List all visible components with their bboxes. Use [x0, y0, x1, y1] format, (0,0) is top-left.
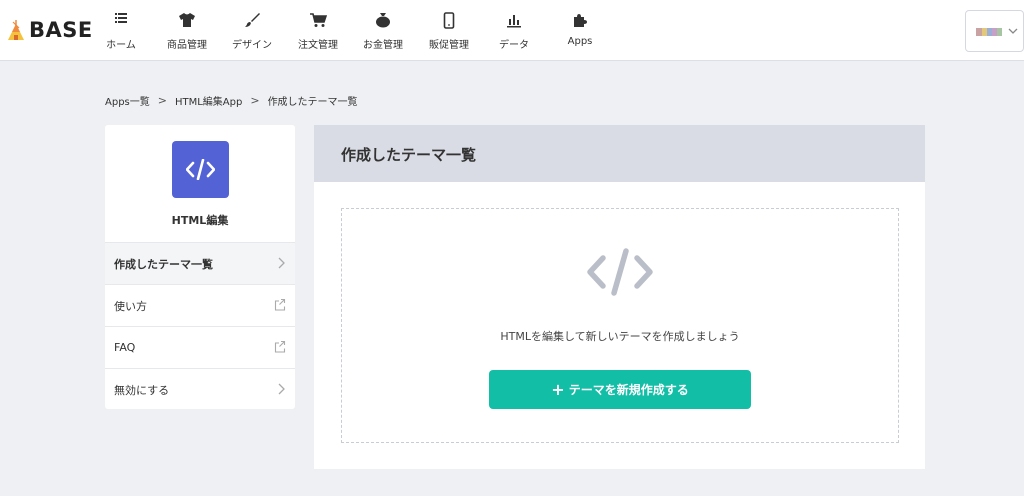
shop-thumbnail-icon — [976, 28, 1002, 36]
sidebar-item-label: FAQ — [114, 341, 136, 354]
chevron-right-icon — [278, 383, 285, 395]
chevron-right-icon — [278, 257, 285, 269]
empty-state: HTMLを編集して新しいテーマを作成しましょう + テーマを新規作成する — [341, 208, 899, 443]
nav-apps[interactable]: Apps — [550, 12, 610, 47]
nav-design-label: デザイン — [232, 40, 272, 51]
bar-chart-icon — [484, 12, 544, 32]
external-link-icon — [274, 298, 286, 311]
breadcrumb-apps-list[interactable]: Apps一覧 — [105, 93, 150, 108]
cart-icon — [288, 12, 348, 32]
money-bag-icon — [353, 12, 413, 32]
smartphone-icon — [419, 12, 479, 32]
theme-list-panel: 作成したテーマ一覧 HTMLを編集して新しいテーマを作成しましょう + テーマを… — [314, 125, 925, 469]
shop-switcher-button[interactable] — [965, 10, 1024, 52]
nav-home[interactable]: ホーム — [91, 12, 151, 51]
page-title: 作成したテーマ一覧 — [341, 146, 477, 164]
nav-data-label: データ — [499, 40, 529, 51]
nav-orders[interactable]: 注文管理 — [288, 12, 348, 51]
shirt-icon — [157, 12, 217, 32]
sidebar-item-label: 作成したテーマ一覧 — [114, 257, 213, 271]
panel-header: 作成したテーマ一覧 — [314, 125, 925, 182]
nav-products-label: 商品管理 — [167, 40, 207, 51]
nav-products[interactable]: 商品管理 — [157, 12, 217, 51]
create-theme-button-label: テーマを新規作成する — [568, 383, 689, 397]
nav-money[interactable]: お金管理 — [353, 12, 413, 51]
paintbrush-icon — [222, 12, 282, 32]
sidebar-item-faq[interactable]: FAQ — [105, 326, 295, 368]
breadcrumb-html-edit-app[interactable]: HTML編集App — [175, 93, 242, 108]
sidebar-item-label: 使い方 — [114, 299, 147, 313]
logo-text: BASE — [29, 18, 93, 42]
sidebar-item-label: 無効にする — [114, 383, 170, 397]
base-logo[interactable]: BASE — [7, 18, 93, 42]
nav-orders-label: 注文管理 — [298, 40, 338, 51]
nav-data[interactable]: データ — [484, 12, 544, 51]
html-edit-app-icon — [172, 141, 229, 198]
nav-apps-label: Apps — [567, 36, 593, 47]
plus-icon: + — [551, 379, 565, 399]
nav-home-label: ホーム — [106, 40, 136, 51]
nav-promotion[interactable]: 販促管理 — [419, 12, 479, 51]
external-link-icon — [274, 340, 286, 353]
code-icon — [186, 159, 215, 180]
nav-design[interactable]: デザイン — [222, 12, 282, 51]
empty-state-message: HTMLを編集して新しいテーマを作成しましょう — [500, 330, 740, 343]
top-navigation-bar: BASE ホーム 商品管理 デザイン 注文管理 お金管理 販促管理 データ Ap… — [0, 0, 1024, 61]
breadcrumb-current: 作成したテーマ一覧 — [267, 97, 358, 108]
sidebar-item-disable[interactable]: 無効にする — [105, 368, 295, 409]
nav-promotion-label: 販促管理 — [429, 40, 469, 51]
puzzle-icon — [550, 12, 610, 32]
sidebar-item-how-to-use[interactable]: 使い方 — [105, 284, 295, 326]
app-name: HTML編集 — [171, 214, 229, 227]
breadcrumb-separator: > — [250, 94, 260, 107]
breadcrumb-separator: > — [157, 94, 167, 107]
app-sidebar: HTML編集 作成したテーマ一覧 使い方 FAQ 無効にする — [105, 125, 295, 409]
sidebar-item-theme-list[interactable]: 作成したテーマ一覧 — [105, 242, 295, 284]
nav-money-label: お金管理 — [363, 40, 403, 51]
code-icon — [587, 248, 653, 296]
chevron-down-icon — [1008, 28, 1018, 34]
base-logo-icon — [8, 20, 24, 40]
create-theme-button[interactable]: + テーマを新規作成する — [489, 370, 751, 409]
breadcrumb: Apps一覧 > HTML編集App > 作成したテーマ一覧 — [105, 93, 358, 108]
home-list-icon — [91, 12, 151, 32]
